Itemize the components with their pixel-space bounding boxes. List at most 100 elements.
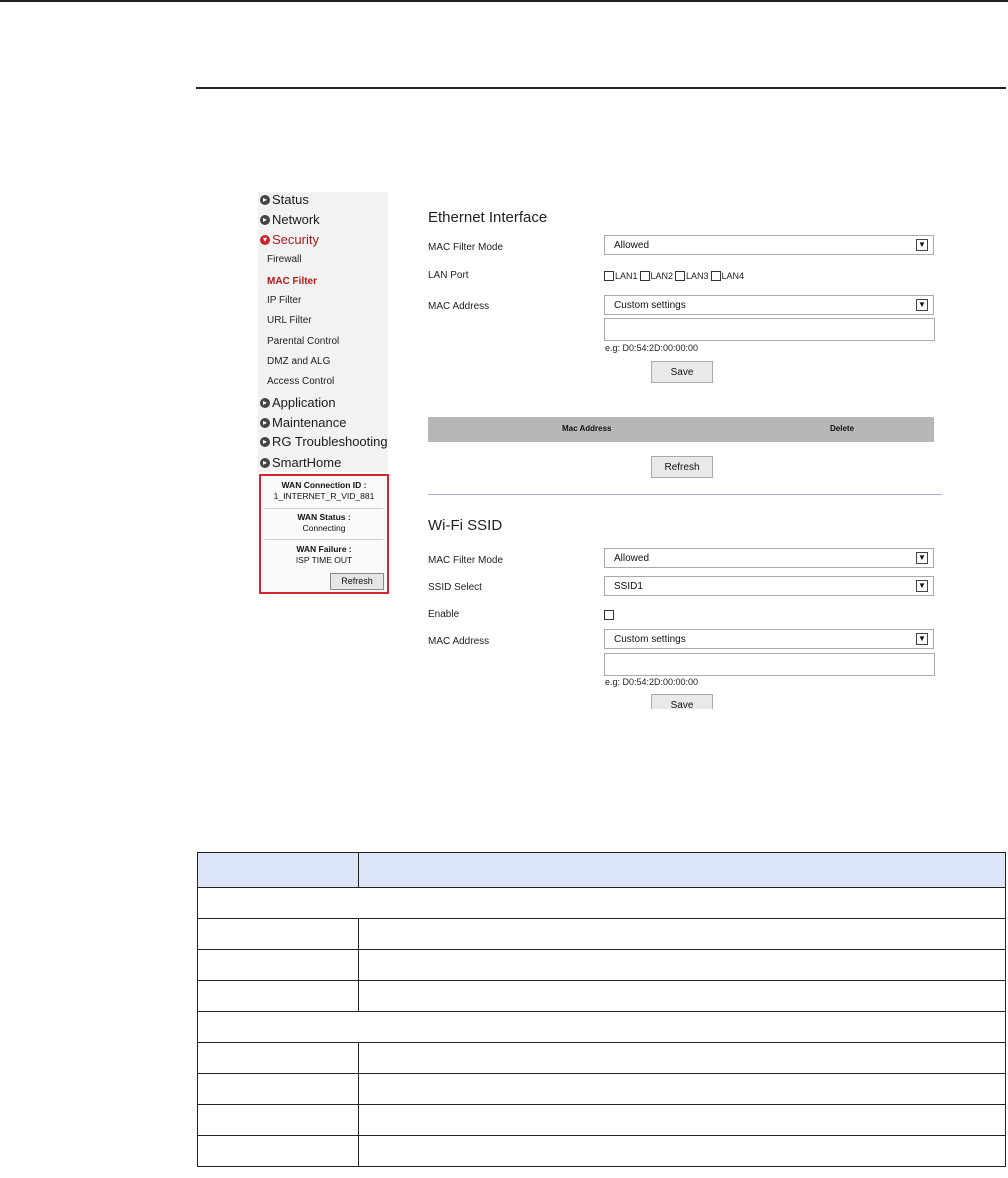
lan1-checkbox[interactable] (604, 271, 614, 281)
sidebar-item-application[interactable]: ▸ Application (260, 395, 336, 410)
description-table (197, 852, 1006, 1167)
top-rule (0, 0, 1008, 2)
wan-failure-value: ISP TIME OUT (295, 555, 353, 565)
wifi-ssid-select[interactable]: SSID1 ▼ (604, 576, 934, 596)
eth-refresh-button[interactable]: Refresh (651, 456, 713, 478)
eth-save-button[interactable]: Save (651, 361, 713, 383)
table-row (197, 980, 1006, 1012)
wan-connection-section: WAN Connection ID : 1_INTERNET_R_VID_881 (261, 480, 387, 502)
wifi-save-button-clip: Save (651, 694, 713, 709)
sidebar-item-label: Network (272, 212, 320, 227)
wifi-save-button[interactable]: Save (651, 694, 713, 709)
table-row (197, 1104, 1006, 1136)
eth-mac-address-label: MAC Address (428, 301, 490, 312)
sidebar-item-network[interactable]: ▸ Network (260, 212, 320, 227)
wifi-ssid-select-label: SSID Select (428, 582, 482, 593)
mac-address-table-header: Mac Address Delete (428, 417, 934, 442)
arrow-down-icon: ▾ (260, 234, 270, 245)
arrow-right-icon: ▸ (260, 457, 270, 468)
arrow-right-icon: ▸ (260, 194, 270, 205)
table-cell (197, 1042, 359, 1074)
eth-lan-port-group: LAN1 LAN2 LAN3 LAN4 (604, 271, 746, 281)
wifi-enable-checkbox[interactable] (604, 610, 614, 620)
table-cell (197, 1104, 359, 1136)
chevron-down-icon: ▼ (916, 552, 928, 564)
wan-status-title: WAN Status : (297, 512, 351, 522)
sidebar-item-label: RG Troubleshooting (272, 434, 388, 449)
arrow-right-icon: ▸ (260, 436, 270, 447)
table-cell (358, 1042, 1006, 1074)
sidebar-item-smarthome[interactable]: ▸ SmartHome (260, 455, 341, 470)
sidebar-item-access-control[interactable]: Access Control (267, 376, 334, 387)
lan2-checkbox[interactable] (639, 271, 650, 281)
wifi-mac-filter-mode-label: MAC Filter Mode (428, 555, 504, 566)
wan-connection-id-value: 1_INTERNET_R_VID_881 (273, 491, 375, 501)
table-group-cell (197, 1011, 1006, 1043)
eth-mac-filter-mode-select[interactable]: Allowed ▼ (604, 235, 934, 255)
sidebar-item-label: Status (272, 192, 309, 207)
wan-status-value: Connecting (302, 523, 346, 533)
table-group-cell (197, 887, 1006, 919)
table-header-cell (358, 852, 1006, 888)
table-cell (197, 980, 359, 1012)
sidebar-item-status[interactable]: ▸ Status (260, 192, 309, 207)
eth-mac-filter-mode-label: MAC Filter Mode (428, 242, 504, 253)
sidebar-item-firewall[interactable]: Firewall (267, 254, 301, 265)
delete-column-header: Delete (830, 424, 855, 433)
lan2-label: LAN2 (650, 271, 674, 281)
sidebar-item-label: Application (272, 395, 336, 410)
wifi-mac-hint: e.g: D0:54:2D:00:00:00 (605, 677, 699, 687)
sidebar-item-dmz-alg[interactable]: DMZ and ALG (267, 356, 330, 367)
sidebar-item-ip-filter[interactable]: IP Filter (267, 295, 301, 306)
wan-refresh-button[interactable]: Refresh (330, 573, 384, 590)
wifi-section-title: Wi-Fi SSID (428, 517, 503, 534)
table-row (197, 1042, 1006, 1074)
wifi-mac-filter-mode-select[interactable]: Allowed ▼ (604, 548, 934, 568)
lan1-label: LAN1 (615, 271, 638, 281)
table-cell (358, 918, 1006, 950)
chevron-down-icon: ▼ (916, 299, 928, 311)
wifi-mac-address-input[interactable] (604, 653, 935, 676)
table-cell (197, 949, 359, 981)
table-cell (197, 1073, 359, 1105)
chevron-down-icon: ▼ (916, 239, 928, 251)
table-row (197, 1073, 1006, 1105)
lan3-checkbox[interactable] (675, 271, 686, 281)
sidebar-item-maintenance[interactable]: ▸ Maintenance (260, 415, 346, 430)
table-cell (358, 949, 1006, 981)
sidebar-item-url-filter[interactable]: URL Filter (267, 315, 312, 326)
section-rule (196, 87, 1006, 89)
wan-connection-id-title: WAN Connection ID : (281, 480, 367, 490)
lan3-label: LAN3 (686, 271, 709, 281)
sidebar-item-parental-control[interactable]: Parental Control (267, 336, 339, 347)
select-value: SSID1 (614, 581, 643, 592)
arrow-right-icon: ▸ (260, 417, 270, 428)
eth-lan-port-label: LAN Port (428, 270, 469, 281)
table-header-cell (197, 852, 359, 888)
wifi-enable-label: Enable (428, 609, 460, 620)
table-cell (358, 980, 1006, 1012)
sidebar-item-label: Security (272, 232, 319, 247)
divider (265, 508, 383, 509)
eth-mac-address-input[interactable] (604, 318, 935, 341)
table-header-row (197, 852, 1006, 888)
table-row (197, 1011, 1006, 1043)
select-value: Custom settings (614, 300, 686, 311)
table-cell (358, 1135, 1006, 1167)
sidebar-item-label: Maintenance (272, 415, 347, 430)
lan4-checkbox[interactable] (710, 271, 721, 281)
wan-failure-section: WAN Failure : ISP TIME OUT (261, 544, 387, 566)
table-cell (358, 1104, 1006, 1136)
sidebar-item-rg-troubleshooting[interactable]: ▸ RG Troubleshooting (260, 434, 388, 449)
wan-failure-title: WAN Failure : (296, 544, 352, 554)
table-cell (358, 1073, 1006, 1105)
sidebar-item-mac-filter[interactable]: MAC Filter (267, 276, 317, 287)
divider (265, 539, 383, 540)
chevron-down-icon: ▼ (916, 633, 928, 645)
table-row (197, 949, 1006, 981)
sidebar-item-label: SmartHome (272, 455, 342, 470)
wan-status-section: WAN Status : Connecting (261, 512, 387, 534)
sidebar-item-security[interactable]: ▾ Security (260, 232, 319, 247)
eth-mac-address-select[interactable]: Custom settings ▼ (604, 295, 934, 315)
wifi-mac-address-select[interactable]: Custom settings ▼ (604, 629, 934, 649)
